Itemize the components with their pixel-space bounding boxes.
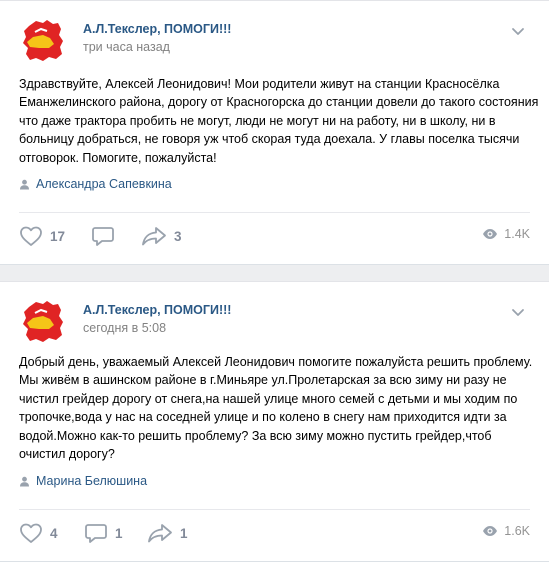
share-count: 1 [180,525,188,541]
signer-name[interactable]: Марина Белюшина [36,474,147,488]
community-avatar[interactable] [19,298,66,345]
comment-button[interactable]: 1 [84,522,123,544]
heart-icon [20,226,42,246]
comment-icon [92,227,114,246]
divider [19,509,530,510]
like-count: 4 [50,525,58,541]
post-time[interactable]: сегодня в 5:08 [83,321,166,335]
eye-icon [483,229,498,239]
post-author[interactable]: А.Л.Текслер, ПОМОГИ!!! [83,303,231,317]
signer-name[interactable]: Александра Сапевкина [36,177,172,191]
share-button[interactable]: 1 [147,522,188,544]
share-icon [148,524,172,543]
post: А.Л.Текслер, ПОМОГИ!!! три часа назад Зд… [0,0,549,265]
post-signer[interactable]: Александра Сапевкина [19,177,172,191]
heart-icon [20,523,42,543]
post-text: Добрый день, уважаемый Алексей Леонидови… [19,355,533,462]
community-avatar[interactable] [19,17,66,64]
comment-count: 1 [115,525,123,541]
post-signer[interactable]: Марина Белюшина [19,474,147,488]
eye-icon [483,526,498,536]
comment-icon [85,524,107,543]
more-chevron-icon[interactable] [511,26,525,36]
share-icon [142,227,166,246]
post: А.Л.Текслер, ПОМОГИ!!! сегодня в 5:08 До… [0,281,549,562]
post-actions: 17 3 1.4K [0,217,549,257]
post-actions: 4 1 1 1.6K [0,514,549,554]
share-button[interactable]: 3 [141,225,182,247]
post-time[interactable]: три часа назад [83,40,170,54]
person-icon [20,476,29,486]
more-chevron-icon[interactable] [511,307,525,317]
post-text: Здравствуйте, Алексей Леонидович! Мои ро… [19,77,539,165]
like-count: 17 [50,228,66,244]
post-author[interactable]: А.Л.Текслер, ПОМОГИ!!! [83,22,231,36]
divider [19,212,530,213]
comment-button[interactable] [91,225,122,247]
person-icon [20,179,29,189]
like-button[interactable]: 4 [19,522,58,544]
like-button[interactable]: 17 [19,225,65,247]
views-count: 1.6K [504,524,530,538]
views-count: 1.4K [504,227,530,241]
share-count: 3 [174,228,182,244]
views-counter: 1.6K [482,524,530,538]
views-counter: 1.4K [482,227,530,241]
